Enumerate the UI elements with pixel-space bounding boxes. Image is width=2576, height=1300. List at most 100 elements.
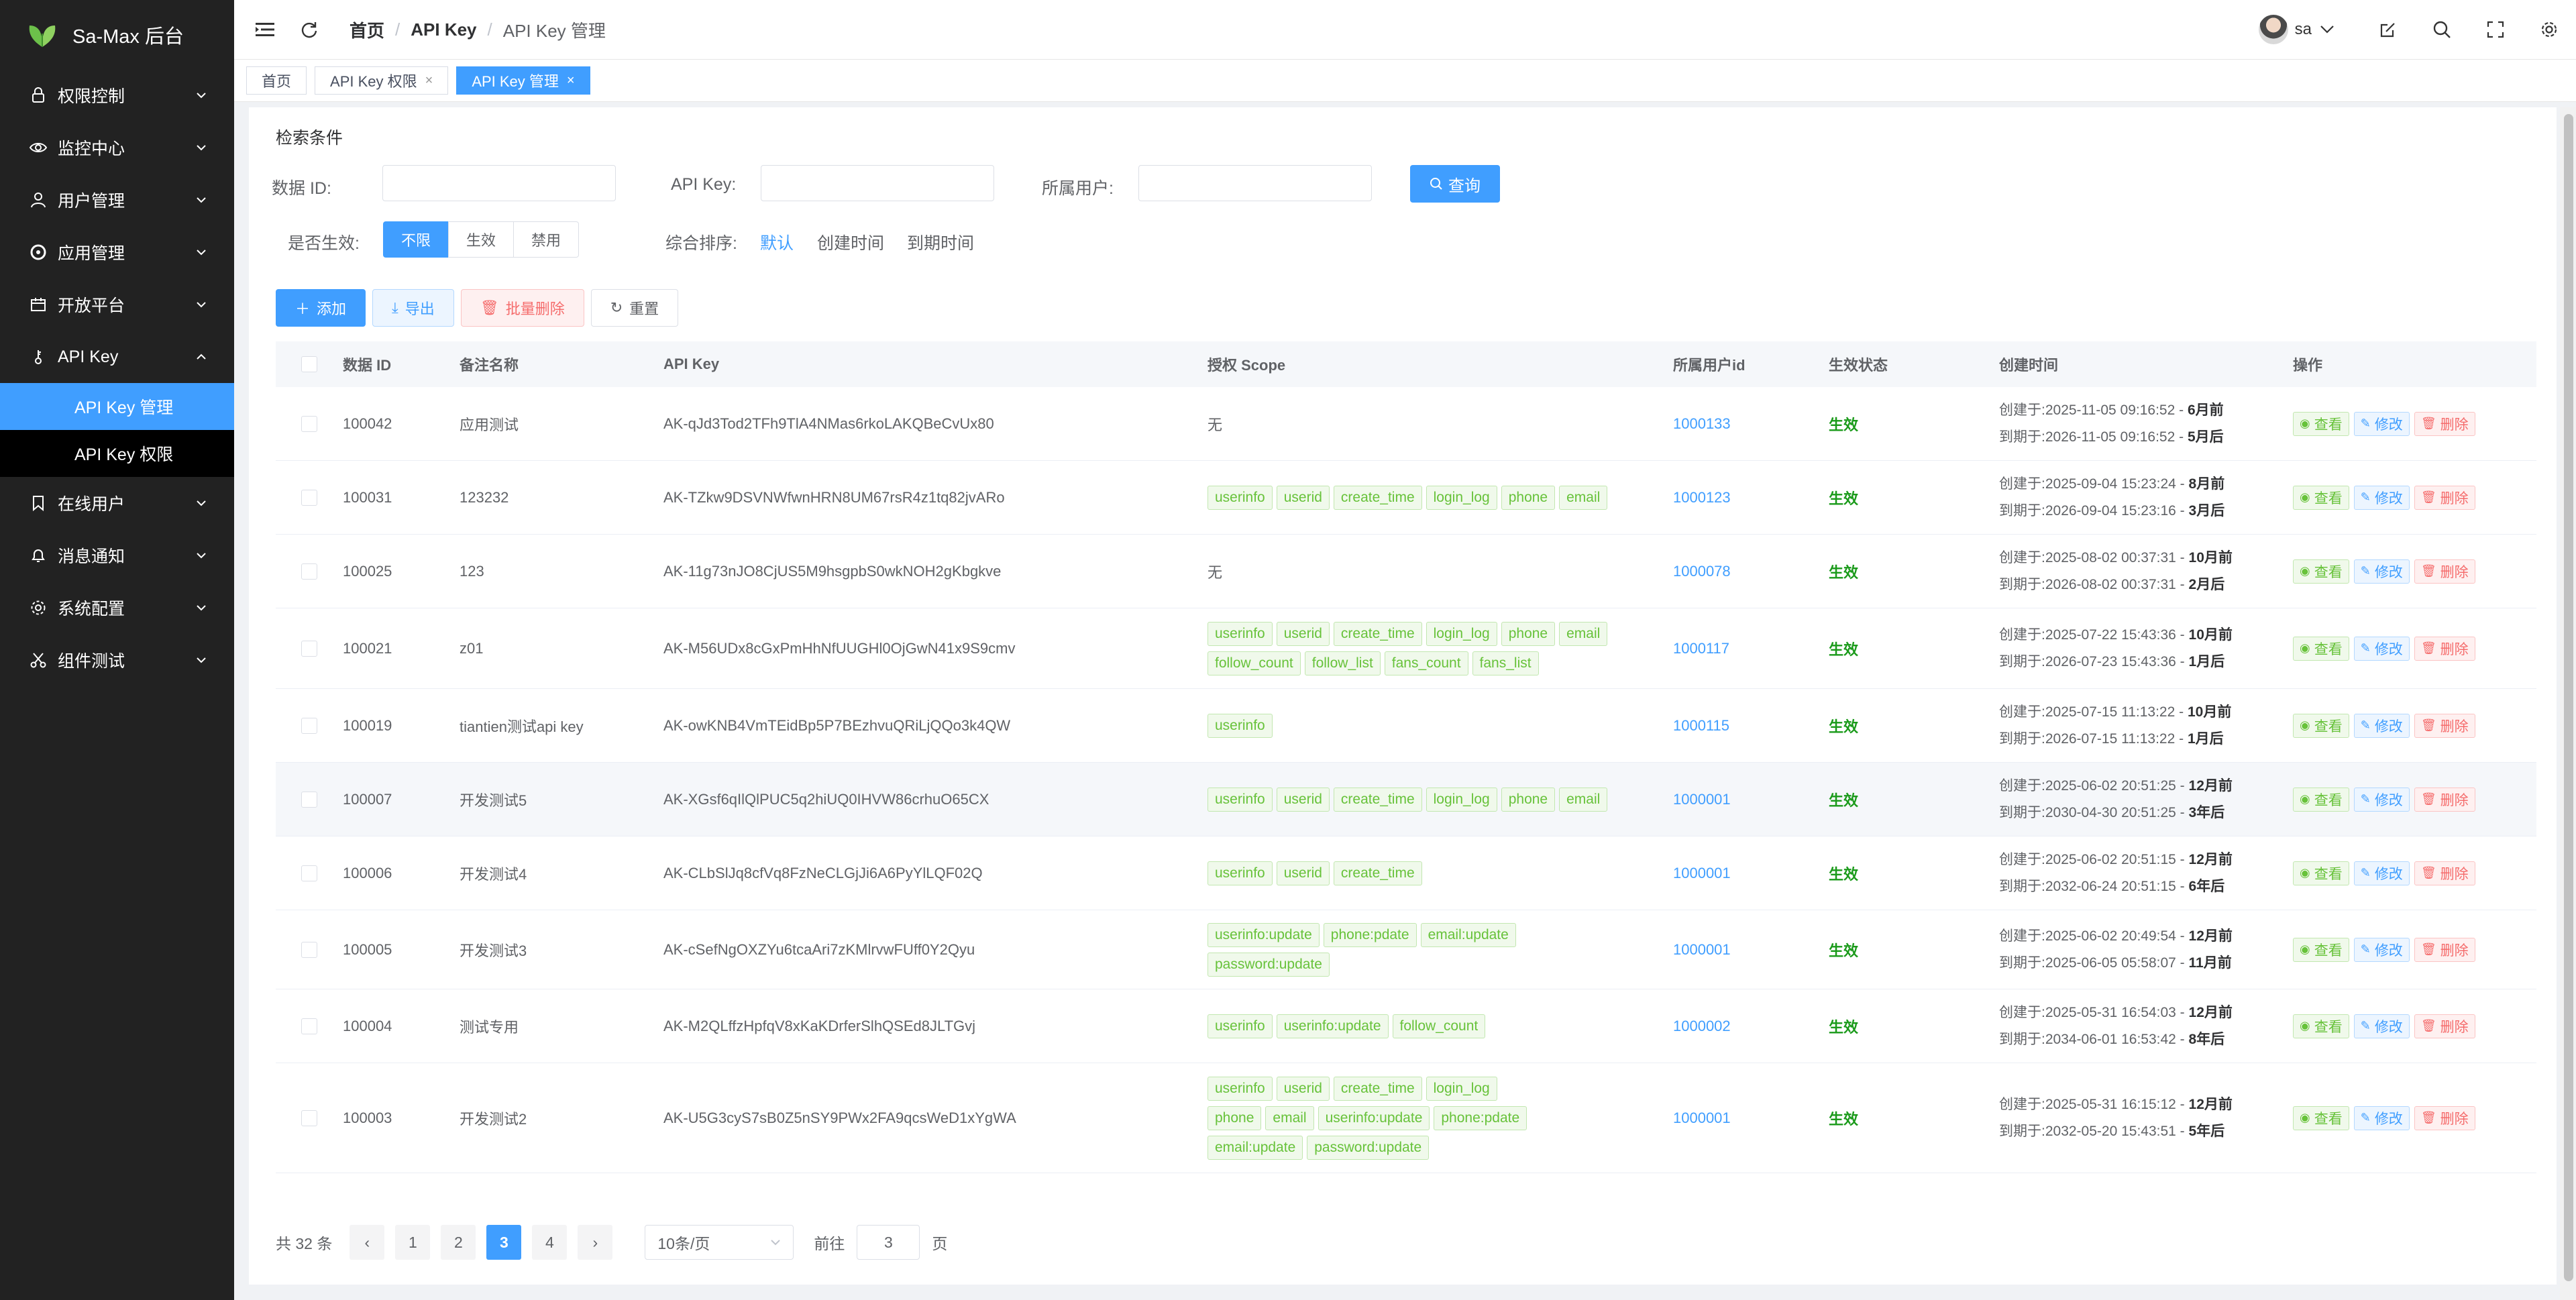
row-checkbox[interactable] <box>301 640 317 657</box>
breadcrumb-api-key[interactable]: API Key <box>411 19 476 40</box>
app-logo[interactable]: Sa-Max 后台 <box>0 0 234 69</box>
table-row[interactable]: 100021 z01 AK-M56UDx8cGxPmHhNfUUGHl0OjGwN4… <box>276 608 2536 689</box>
table-row[interactable]: 100006 开发测试4 AK-CLbSlJq8cfVq8FzNeCLGjJi6A6… <box>276 836 2536 910</box>
breadcrumb-home[interactable]: 首页 <box>350 17 384 42</box>
sort-created-time[interactable]: 创建时间 <box>817 230 884 254</box>
table-row[interactable]: 100042 应用测试 AK-qJd3Tod2TFh9TlA4NMas6rkoLAK… <box>276 387 2536 461</box>
table-row[interactable]: 100007 开发测试5 AK-XGsf6qIlQlPUC5q2hiUQ0IHVW8… <box>276 763 2536 836</box>
delete-button[interactable]: 🗑 删除 <box>2414 861 2475 885</box>
row-checkbox[interactable] <box>301 1109 317 1126</box>
sidebar-item[interactable]: 用户管理 <box>0 174 234 226</box>
tab[interactable]: 首页 <box>246 66 307 95</box>
close-icon[interactable]: × <box>425 73 433 89</box>
edit-button[interactable]: ✎ 修改 <box>2353 485 2410 510</box>
sidebar-item[interactable]: 权限控制 <box>0 69 234 121</box>
sidebar-item[interactable]: 应用管理 <box>0 226 234 278</box>
page-number[interactable]: 2 <box>441 1225 476 1260</box>
enabled-option[interactable]: 禁用 <box>513 221 580 258</box>
view-button[interactable]: ◉ 查看 <box>2293 411 2349 436</box>
delete-button[interactable]: 🗑 删除 <box>2414 485 2475 510</box>
page-number[interactable]: 1 <box>395 1225 431 1260</box>
reset-button[interactable]: ↻ 重置 <box>590 289 679 327</box>
sort-expire-time[interactable]: 到期时间 <box>907 230 974 254</box>
gear-icon[interactable] <box>2536 16 2563 43</box>
goto-page-input[interactable] <box>857 1225 920 1260</box>
sidebar-item[interactable]: 系统配置 <box>0 582 234 634</box>
edit-button[interactable]: ✎ 修改 <box>2353 636 2410 661</box>
table-row[interactable]: 100025 123 AK-11g73nJO8CjUS5M9hsgpbS0wkNOH… <box>276 535 2536 608</box>
table-row[interactable]: 100003 开发测试2 AK-U5G3cyS7sB0Z5nSY9PWx2FA9qc… <box>276 1063 2536 1173</box>
view-button[interactable]: ◉ 查看 <box>2293 559 2349 584</box>
delete-button[interactable]: 🗑 删除 <box>2414 713 2475 738</box>
edit-button[interactable]: ✎ 修改 <box>2353 713 2410 738</box>
row-checkbox[interactable] <box>301 563 317 580</box>
user-id-link[interactable]: 1000123 <box>1673 489 1731 506</box>
edit-button[interactable]: ✎ 修改 <box>2353 937 2410 962</box>
view-button[interactable]: ◉ 查看 <box>2293 1105 2349 1130</box>
edit-button[interactable]: ✎ 修改 <box>2353 1014 2410 1038</box>
view-button[interactable]: ◉ 查看 <box>2293 713 2349 738</box>
delete-button[interactable]: 🗑 删除 <box>2414 787 2475 812</box>
delete-button[interactable]: 🗑 删除 <box>2414 1014 2475 1038</box>
row-checkbox[interactable] <box>301 865 317 881</box>
chevron-down-icon[interactable] <box>2320 25 2334 34</box>
batch-delete-button[interactable]: 🗑 批量删除 <box>460 289 584 327</box>
add-button[interactable]: ＋ 添加 <box>276 289 366 327</box>
row-checkbox[interactable] <box>301 717 317 734</box>
select-all-checkbox[interactable] <box>301 356 317 372</box>
sidebar-subitem[interactable]: API Key 管理 <box>0 383 234 430</box>
delete-button[interactable]: 🗑 删除 <box>2414 636 2475 661</box>
edit-button[interactable]: ✎ 修改 <box>2353 411 2410 436</box>
sidebar-item[interactable]: 监控中心 <box>0 121 234 174</box>
tab[interactable]: API Key 权限 × <box>315 66 449 95</box>
table-row[interactable]: 100019 tiantien测试api key AK-owKNB4VmTEidBp… <box>276 689 2536 763</box>
refresh-icon[interactable] <box>296 16 323 43</box>
sidebar-item[interactable]: 在线用户 <box>0 477 234 529</box>
edit-icon[interactable] <box>2375 16 2402 43</box>
table-row[interactable]: 100005 开发测试3 AK-cSefNgOXZYu6tcaAri7zKMlrvw… <box>276 910 2536 989</box>
view-button[interactable]: ◉ 查看 <box>2293 636 2349 661</box>
sort-default[interactable]: 默认 <box>760 230 794 254</box>
scrollbar-thumb[interactable] <box>2564 114 2573 1281</box>
user-id-link[interactable]: 1000078 <box>1673 563 1731 580</box>
edit-button[interactable]: ✎ 修改 <box>2353 559 2410 584</box>
delete-button[interactable]: 🗑 删除 <box>2414 559 2475 584</box>
user-id-link[interactable]: 1000001 <box>1673 941 1731 958</box>
page-number[interactable]: 3 <box>486 1225 522 1260</box>
view-button[interactable]: ◉ 查看 <box>2293 485 2349 510</box>
user-id-link[interactable]: 1000117 <box>1673 640 1729 657</box>
edit-button[interactable]: ✎ 修改 <box>2353 787 2410 812</box>
view-button[interactable]: ◉ 查看 <box>2293 1014 2349 1038</box>
delete-button[interactable]: 🗑 删除 <box>2414 1105 2475 1130</box>
export-button[interactable]: ⤓ 导出 <box>372 289 454 327</box>
user-name[interactable]: sa <box>2295 20 2312 39</box>
row-checkbox[interactable] <box>301 415 317 432</box>
row-checkbox[interactable] <box>301 489 317 506</box>
user-id-link[interactable]: 1000115 <box>1673 717 1729 734</box>
enabled-option[interactable]: 不限 <box>383 221 449 258</box>
owner-user-input[interactable] <box>1138 165 1372 201</box>
api-key-input[interactable] <box>761 165 994 201</box>
tab[interactable]: API Key 管理 × <box>456 66 590 95</box>
table-row[interactable]: 100004 测试专用 AK-M2QLffzHpfqV8xKaKDrferSlhQS… <box>276 989 2536 1063</box>
search-icon[interactable] <box>2428 16 2455 43</box>
sidebar-subitem[interactable]: API Key 权限 <box>0 430 234 477</box>
user-id-link[interactable]: 1000001 <box>1673 865 1731 881</box>
edit-button[interactable]: ✎ 修改 <box>2353 1105 2410 1130</box>
avatar[interactable] <box>2258 15 2288 44</box>
edit-button[interactable]: ✎ 修改 <box>2353 861 2410 885</box>
menu-fold-icon[interactable] <box>252 16 278 43</box>
user-id-link[interactable]: 1000001 <box>1673 1109 1731 1126</box>
data-id-input[interactable] <box>382 165 616 201</box>
row-checkbox[interactable] <box>301 791 317 808</box>
view-button[interactable]: ◉ 查看 <box>2293 787 2349 812</box>
sidebar-item[interactable]: 消息通知 <box>0 529 234 582</box>
view-button[interactable]: ◉ 查看 <box>2293 937 2349 962</box>
fullscreen-icon[interactable] <box>2482 16 2509 43</box>
sidebar-item[interactable]: 开放平台 <box>0 278 234 331</box>
delete-button[interactable]: 🗑 删除 <box>2414 411 2475 436</box>
row-checkbox[interactable] <box>301 941 317 958</box>
query-button[interactable]: 查询 <box>1410 165 1500 203</box>
delete-button[interactable]: 🗑 删除 <box>2414 937 2475 962</box>
row-checkbox[interactable] <box>301 1018 317 1034</box>
